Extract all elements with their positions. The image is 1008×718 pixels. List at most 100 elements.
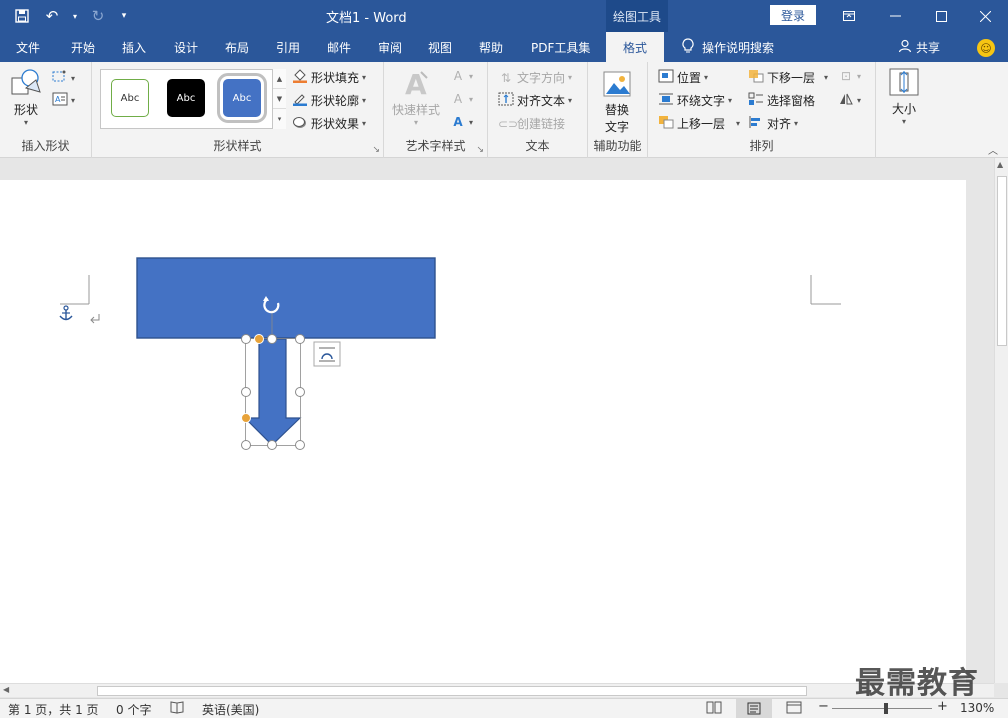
zoom-level[interactable]: 130% xyxy=(960,701,994,715)
text-box-button[interactable]: A ▾ xyxy=(52,92,75,109)
tab-insert[interactable]: 插入 xyxy=(122,32,146,62)
smiley-feedback-icon[interactable]: ☺ xyxy=(977,39,995,57)
create-link-button[interactable]: ⊂⊃ 创建链接 xyxy=(498,115,565,132)
zoom-out-icon[interactable]: − xyxy=(818,699,829,714)
zoom-slider-track[interactable] xyxy=(832,708,932,709)
text-direction-button[interactable]: ⇅ 文字方向 ▾ xyxy=(498,69,572,86)
tab-home[interactable]: 开始 xyxy=(71,32,95,62)
alt-text-button[interactable]: 替换 文字 xyxy=(602,70,632,135)
document-page[interactable] xyxy=(0,180,966,685)
resize-handle-bottom-right[interactable] xyxy=(295,440,305,450)
proofing-icon[interactable] xyxy=(170,701,184,717)
scroll-left-icon[interactable]: ◀ xyxy=(3,685,9,694)
zoom-slider-thumb[interactable] xyxy=(884,703,888,714)
language-status[interactable]: 英语(美国) xyxy=(202,701,259,718)
page-count-status[interactable]: 第 1 页，共 1 页 xyxy=(8,701,99,718)
resize-handle-top-left[interactable] xyxy=(241,334,251,344)
selection-pane-button[interactable]: 选择窗格 xyxy=(748,92,815,109)
shape-outline-button[interactable]: 形状轮廓 ▾ xyxy=(292,92,366,109)
resize-handle-right[interactable] xyxy=(295,387,305,397)
style-swatch-outline[interactable]: Abc xyxy=(111,79,149,117)
gallery-down-icon[interactable]: ▼ xyxy=(273,89,286,109)
tell-me-search[interactable]: 操作说明搜索 xyxy=(682,32,774,62)
read-mode-icon[interactable] xyxy=(706,701,722,717)
vertical-scrollbar[interactable]: ▲ xyxy=(994,158,1008,683)
ribbon-tabs: 文件 开始 插入 设计 布局 引用 邮件 审阅 视图 帮助 PDF工具集 格式 … xyxy=(0,32,1008,62)
text-direction-label: 文字方向 xyxy=(517,71,566,85)
ribbon-display-options-icon[interactable] xyxy=(826,0,872,32)
maximize-icon[interactable] xyxy=(918,0,964,32)
wordart-launcher-icon[interactable]: ↘ xyxy=(476,145,484,155)
word-count-status[interactable]: 0 个字 xyxy=(116,701,151,718)
gallery-more-icon[interactable]: ▾ xyxy=(273,109,286,129)
document-area xyxy=(0,158,994,685)
shape-effects-button[interactable]: 形状效果 ▾ xyxy=(292,115,366,132)
align-button[interactable]: 对齐 ▾ xyxy=(748,115,798,132)
login-button[interactable]: 登录 xyxy=(770,5,816,25)
style-swatch-black[interactable]: Abc xyxy=(167,79,205,117)
shape-fill-button[interactable]: 形状填充 ▾ xyxy=(292,69,366,86)
resize-handle-top[interactable] xyxy=(267,334,277,344)
undo-dropdown-icon[interactable]: ▾ xyxy=(70,4,80,28)
save-icon[interactable] xyxy=(10,4,34,28)
bring-forward-button[interactable]: 上移一层 ▾ xyxy=(658,115,740,132)
customize-qat-icon[interactable]: ▾ xyxy=(116,4,132,28)
align-text-button[interactable]: 对齐文本 ▾ xyxy=(498,92,572,109)
position-button[interactable]: 位置 ▾ xyxy=(658,69,708,86)
rotate-button[interactable]: ▾ xyxy=(838,92,861,109)
tab-view[interactable]: 视图 xyxy=(428,32,452,62)
text-fill-button[interactable]: A ▾ xyxy=(450,69,473,83)
resize-handle-top-right[interactable] xyxy=(295,334,305,344)
tab-file[interactable]: 文件 xyxy=(16,32,40,62)
zoom-in-icon[interactable]: + xyxy=(937,699,948,714)
gallery-up-icon[interactable]: ▲ xyxy=(273,69,286,89)
print-layout-icon[interactable] xyxy=(736,699,772,718)
minimize-icon[interactable] xyxy=(872,0,918,32)
wordart-a-icon: A xyxy=(401,68,431,101)
group-label-accessibility: 辅助功能 xyxy=(593,139,642,153)
tab-layout[interactable]: 布局 xyxy=(225,32,249,62)
vertical-scroll-thumb[interactable] xyxy=(997,176,1007,346)
quick-styles-button[interactable]: A 快速样式 ▾ xyxy=(392,68,440,127)
text-outline-button[interactable]: A ▾ xyxy=(450,92,473,106)
collapse-ribbon-icon[interactable]: ︿ xyxy=(988,142,998,157)
tab-mailings[interactable]: 邮件 xyxy=(327,32,351,62)
undo-icon[interactable]: ↶ xyxy=(40,4,64,28)
rectangle-shape[interactable] xyxy=(136,257,436,339)
close-icon[interactable] xyxy=(962,0,1008,32)
web-layout-icon[interactable] xyxy=(786,701,802,717)
send-backward-button[interactable]: 下移一层 ▾ xyxy=(748,69,828,86)
shape-effects-icon xyxy=(292,115,308,132)
tab-help[interactable]: 帮助 xyxy=(479,32,503,62)
resize-handle-bottom-left[interactable] xyxy=(241,440,251,450)
group-accessibility: 替换 文字 辅助功能 xyxy=(588,62,648,158)
size-button[interactable]: 大小 ▾ xyxy=(888,67,920,126)
horizontal-scroll-thumb[interactable] xyxy=(97,686,807,696)
down-arrow-shape[interactable] xyxy=(243,338,302,446)
shapes-button[interactable]: 形状 ▾ xyxy=(10,68,42,127)
svg-text:A: A xyxy=(405,68,427,98)
resize-handle-bottom[interactable] xyxy=(267,440,277,450)
text-direction-dropdown-icon: ▾ xyxy=(568,73,573,82)
adjust-handle-width[interactable] xyxy=(254,334,264,344)
share-button[interactable]: 共享 xyxy=(898,32,940,62)
group-objects-button[interactable]: ⊡ ▾ xyxy=(838,69,861,83)
layout-options-button[interactable] xyxy=(313,341,341,367)
horizontal-scrollbar[interactable]: ◀ xyxy=(0,683,994,697)
align-text-label: 对齐文本 xyxy=(517,94,566,108)
group-label-wordart: 艺术字样式 xyxy=(405,139,466,153)
shape-styles-launcher-icon[interactable]: ↘ xyxy=(372,145,380,155)
text-effects-button[interactable]: A ▾ xyxy=(450,115,473,129)
tab-pdf-tools[interactable]: PDF工具集 xyxy=(531,32,590,62)
tab-format[interactable]: 格式 xyxy=(606,32,664,62)
tab-review[interactable]: 审阅 xyxy=(378,32,402,62)
redo-icon[interactable]: ↻ xyxy=(86,4,110,28)
edit-shape-button[interactable]: ▾ xyxy=(52,70,75,87)
style-swatch-blue-selected[interactable]: Abc xyxy=(217,73,267,123)
scroll-up-icon[interactable]: ▲ xyxy=(997,160,1003,169)
tab-design[interactable]: 设计 xyxy=(174,32,198,62)
adjust-handle-head[interactable] xyxy=(241,413,251,423)
wrap-text-button[interactable]: 环绕文字 ▾ xyxy=(658,92,732,109)
tab-references[interactable]: 引用 xyxy=(276,32,300,62)
resize-handle-left[interactable] xyxy=(241,387,251,397)
